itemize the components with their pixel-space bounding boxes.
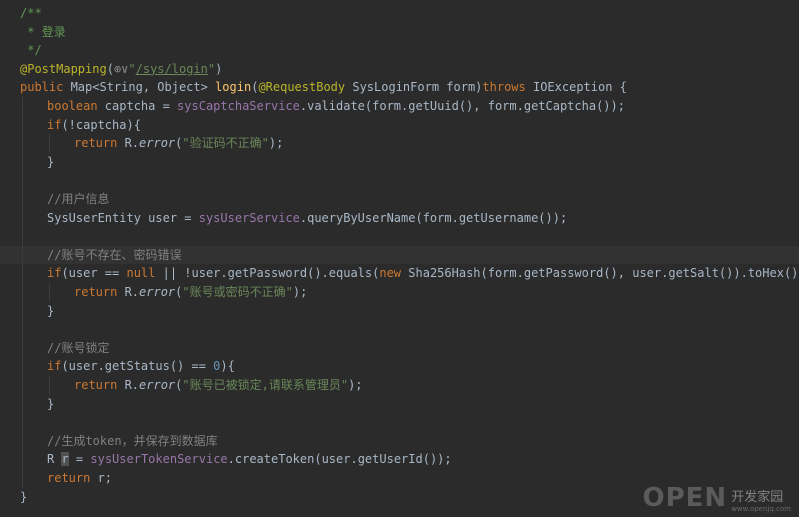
indent-guide (49, 283, 50, 302)
code-token: captcha = (104, 99, 178, 113)
code-token: Map<String, Object> (70, 80, 216, 95)
code-line[interactable]: return R.error("账号或密码不正确"); (0, 283, 799, 301)
code-token: (user.getStatus() == (61, 359, 214, 374)
code-token: return (47, 471, 98, 485)
code-token: R. (124, 378, 140, 392)
code-token: || !user.getPassword().equals( (162, 266, 380, 281)
code-token: sysUserTokenService (90, 452, 228, 467)
code-line[interactable]: SysUserEntity user = sysUserService.quer… (0, 209, 799, 227)
code-token: "验证码不正确" (182, 136, 269, 151)
code-line[interactable]: /** (0, 4, 799, 22)
endpoint-navigation-icon[interactable]: ⊕∨ (114, 62, 128, 76)
code-line[interactable]: return R.error("账号已被锁定,请联系管理员"); (0, 376, 799, 394)
indent-guide (22, 97, 23, 488)
code-line[interactable]: public Map<String, Object> login(@Reques… (0, 78, 799, 96)
code-line[interactable]: } (0, 153, 799, 171)
code-token: error (139, 136, 176, 151)
code-token: "账号或密码不正确" (182, 285, 293, 299)
code-token: ); (348, 378, 363, 392)
code-token: sysCaptchaService (177, 99, 300, 113)
code-token: ); (292, 285, 308, 299)
code-token: throws (482, 80, 533, 95)
code-line[interactable] (0, 171, 799, 189)
code-line[interactable]: //账号锁定 (0, 339, 799, 357)
code-token: boolean (47, 99, 105, 113)
code-line[interactable]: return r; (0, 469, 799, 487)
code-token: if (47, 117, 62, 132)
code-line[interactable]: if(user == null || !user.getPassword().e… (0, 264, 799, 282)
code-token: */ (20, 43, 42, 58)
code-token: R. (124, 136, 140, 151)
code-editor[interactable]: /** * 登录 */@PostMapping(⊕∨"/sys/login") p… (0, 0, 799, 517)
code-token: new (379, 266, 409, 281)
code-token: ){ (220, 359, 235, 374)
code-line[interactable]: R r = sysUserTokenService.createToken(us… (0, 450, 799, 468)
code-token: (user == (61, 266, 127, 281)
code-token: 登录 (41, 24, 66, 39)
code-line[interactable]: //生成token，并保存到数据库 (0, 432, 799, 450)
code-line[interactable]: //账号不存在、密码错误 (0, 245, 799, 264)
code-line[interactable]: } (0, 488, 799, 506)
code-token: SysUserEntity user = (47, 210, 199, 225)
code-token: (!captcha){ (61, 117, 141, 132)
code-token: r; (97, 471, 113, 485)
code-token: sysUserService (198, 210, 300, 225)
code-line[interactable]: */ (0, 41, 799, 59)
code-token: * (20, 24, 42, 39)
code-token: login (215, 80, 252, 95)
code-line[interactable]: } (0, 302, 799, 320)
code-line[interactable]: return R.error("验证码不正确"); (0, 134, 799, 152)
code-token: return (74, 285, 125, 299)
code-token: IOException { (532, 80, 627, 95)
code-token: R. (124, 285, 140, 299)
code-token: //账号锁定 (47, 340, 110, 355)
indent-guide (49, 134, 50, 153)
code-line[interactable]: } (0, 395, 799, 413)
code-token: public (20, 80, 71, 95)
code-line[interactable]: if(user.getStatus() == 0){ (0, 357, 799, 375)
code-token: } (47, 303, 55, 318)
code-line[interactable]: boolean captcha = sysCaptchaService.vali… (0, 97, 799, 115)
code-token: //用户信息 (47, 192, 110, 206)
code-token: error (139, 285, 176, 299)
code-token: /** (20, 6, 42, 20)
code-line[interactable] (0, 320, 799, 338)
code-token: ( (106, 61, 114, 76)
cursor-selection: r (61, 452, 69, 467)
code-token: } (47, 396, 55, 411)
code-line[interactable] (0, 227, 799, 245)
endpoint-url-link[interactable]: /sys/login (136, 62, 208, 76)
code-token: if (47, 266, 62, 281)
code-token: //账号不存在、密码错误 (47, 247, 182, 262)
code-token: ); (268, 136, 284, 151)
code-token: ) (215, 61, 223, 76)
code-token: @RequestBody (258, 80, 353, 95)
code-token: if (47, 359, 62, 374)
code-token: .createToken(user.getUserId()); (227, 452, 452, 467)
code-token: = (68, 452, 91, 467)
code-token: } (20, 489, 28, 504)
code-token: @PostMapping (20, 61, 107, 76)
code-token: " (128, 61, 136, 76)
code-token: return (74, 136, 125, 151)
indent-guide (49, 376, 50, 395)
code-token: Sha256Hash(form.getPassword(), user.getS… (408, 266, 799, 281)
code-line[interactable] (0, 413, 799, 431)
code-token: SysLoginForm form) (352, 80, 483, 95)
code-line[interactable]: @PostMapping(⊕∨"/sys/login") (0, 60, 799, 78)
code-token: null (126, 266, 163, 281)
code-token: } (47, 154, 55, 169)
code-token: error (139, 378, 176, 392)
code-line[interactable]: //用户信息 (0, 190, 799, 208)
code-token: .validate(form.getUuid(), form.getCaptch… (299, 99, 625, 113)
code-line[interactable]: * 登录 (0, 23, 799, 41)
code-token: "账号已被锁定,请联系管理员" (182, 378, 349, 392)
code-token: R (47, 452, 62, 467)
code-line[interactable]: if(!captcha){ (0, 116, 799, 134)
code-token: return (74, 378, 125, 392)
code-token: .queryByUserName(form.getUsername()); (299, 210, 568, 225)
code-token: //生成token，并保存到数据库 (47, 433, 218, 448)
